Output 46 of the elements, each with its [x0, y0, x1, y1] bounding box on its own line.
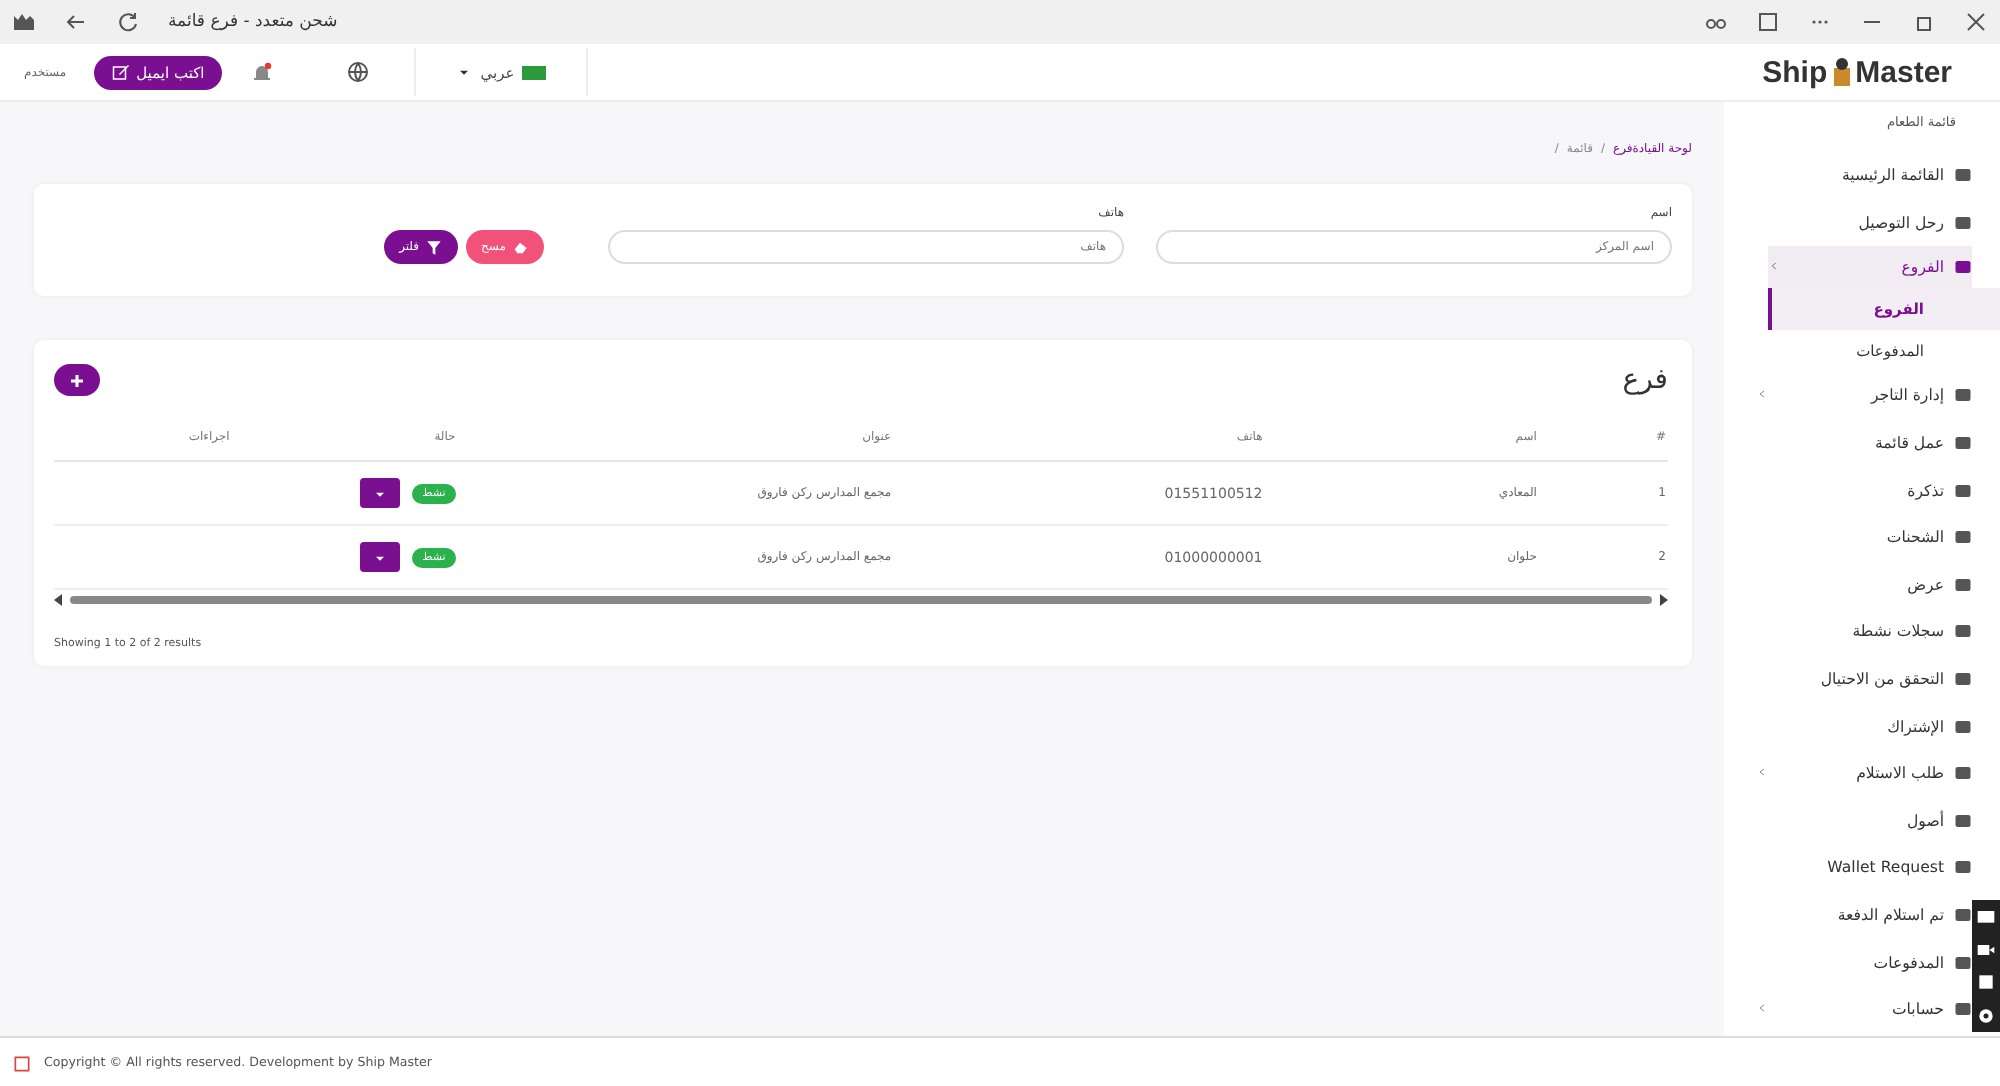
nav-icon: [1954, 213, 1972, 232]
actions-dropdown[interactable]: [360, 478, 401, 508]
window-icon: [1976, 972, 1996, 993]
camera-icon: [1976, 906, 1996, 927]
eraser-icon: [512, 239, 528, 255]
logo-icon: [12, 1053, 32, 1073]
actions-dropdown[interactable]: [360, 542, 401, 572]
nav-icon: [1954, 906, 1972, 925]
close-icon: [1964, 10, 1988, 34]
tab-icon: [1756, 10, 1780, 34]
chevron-icon: [1756, 766, 1768, 779]
nav-icon: [1954, 481, 1972, 500]
nav-icon: [1954, 953, 1972, 972]
nav-icon: [1954, 434, 1972, 453]
scroll-left-icon[interactable]: [54, 594, 64, 606]
plus-icon: [68, 371, 86, 389]
nav-icon: [1954, 575, 1972, 594]
nav-icon: [1954, 811, 1972, 830]
flag-icon: [522, 60, 547, 84]
scroll-right-icon[interactable]: [1658, 594, 1668, 606]
chevron-icon: [1768, 260, 1780, 273]
chevron-icon: [1756, 388, 1768, 401]
scrollbar-thumb[interactable]: [70, 596, 1652, 604]
bell-icon: [250, 60, 275, 84]
add-button[interactable]: [54, 364, 100, 396]
nav-icon: [1954, 764, 1972, 783]
nav-icon: [1954, 386, 1972, 405]
nav-icon: [1954, 258, 1972, 277]
video-icon: [1976, 939, 1996, 960]
nav-icon: [1954, 528, 1972, 547]
nav-icon: [1954, 622, 1972, 641]
nav-icon: [1954, 166, 1972, 185]
window-title: شحن متعدد - فرع قائمة: [168, 12, 338, 32]
card-title: فرع: [1622, 364, 1668, 396]
app-icon: [12, 10, 36, 34]
nav-icon: [1954, 858, 1972, 877]
refresh-icon: [116, 10, 140, 34]
back-icon: [64, 10, 88, 34]
nav-icon: [1954, 670, 1972, 689]
filter-icon: [425, 239, 442, 255]
chevron-icon: [1756, 1002, 1768, 1015]
logo: Ship Master: [1762, 55, 1952, 89]
nav-icon: [1954, 1000, 1972, 1019]
nav-icon: [1954, 717, 1972, 736]
edit-icon: [112, 63, 131, 81]
globe-icon: [346, 60, 371, 84]
